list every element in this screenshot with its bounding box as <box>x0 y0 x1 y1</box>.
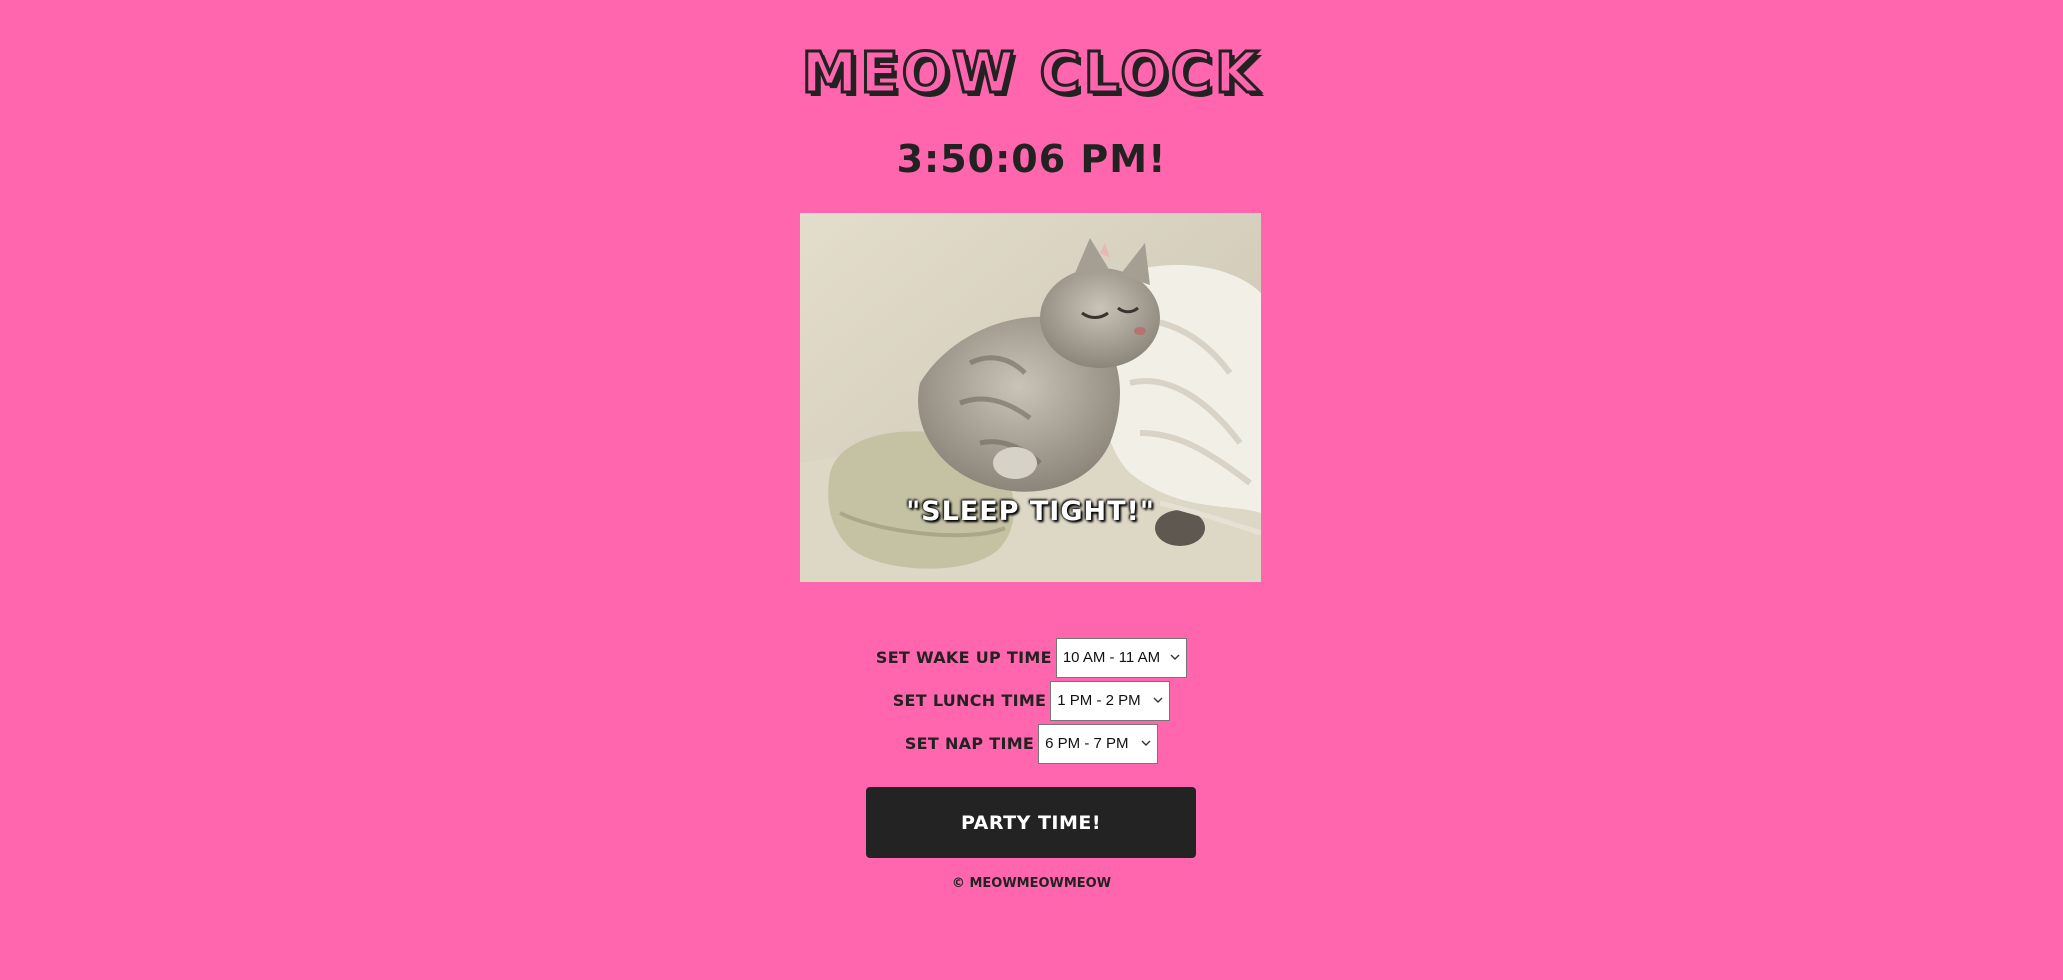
lunch-time-label: SET LUNCH TIME <box>892 691 1047 710</box>
wake-time-select[interactable]: 10 AM - 11 AM <box>1055 637 1188 678</box>
clock-display: 3:50:06 PM! <box>896 137 1167 181</box>
nap-time-value: 6 PM - 7 PM <box>1045 735 1129 752</box>
page-title: MEOW CLOCK <box>800 41 1262 106</box>
nap-time-row: SET NAP TIME 6 PM - 7 PM <box>0 722 2063 765</box>
nap-time-select[interactable]: 6 PM - 7 PM <box>1038 723 1159 764</box>
page: MEOW CLOCK 3:50:06 PM! "SLEEP TIGHT!" SE… <box>0 0 2063 980</box>
chevron-down-icon <box>1170 654 1180 660</box>
lunch-time-select[interactable]: 1 PM - 2 PM <box>1050 680 1171 721</box>
party-time-button[interactable]: PARTY TIME! <box>866 787 1196 858</box>
nap-time-label: SET NAP TIME <box>904 734 1035 753</box>
image-caption: "SLEEP TIGHT!" <box>906 496 1155 527</box>
lunch-time-row: SET LUNCH TIME 1 PM - 2 PM <box>0 679 2063 722</box>
schedule-controls: SET WAKE UP TIME 10 AM - 11 AM SET LUNCH… <box>0 636 2063 765</box>
lunch-time-value: 1 PM - 2 PM <box>1057 692 1141 709</box>
cat-image: "SLEEP TIGHT!" <box>800 213 1261 582</box>
wake-time-value: 10 AM - 11 AM <box>1062 649 1161 666</box>
footer-copyright: © MEOWMEOWMEOW <box>951 876 1112 891</box>
wake-time-row: SET WAKE UP TIME 10 AM - 11 AM <box>0 636 2063 679</box>
chevron-down-icon <box>1153 697 1163 703</box>
chevron-down-icon <box>1141 740 1151 746</box>
wake-time-label: SET WAKE UP TIME <box>875 648 1052 667</box>
